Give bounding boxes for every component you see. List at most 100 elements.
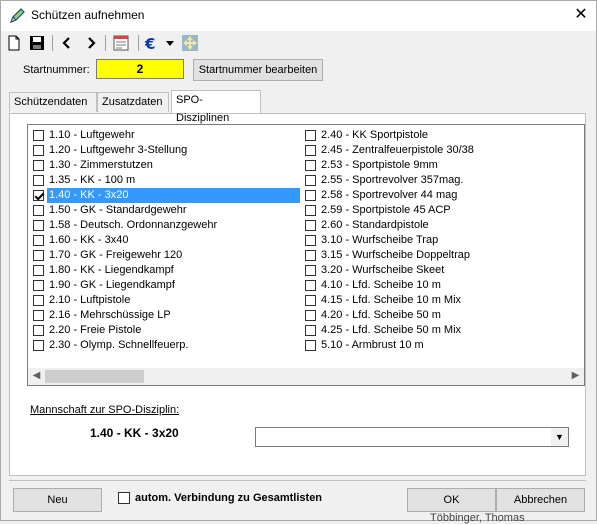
discipline-checkbox[interactable] [33, 175, 44, 186]
discipline-label: 1.50 - GK - Standardgewehr [49, 204, 187, 216]
discipline-checkbox[interactable] [33, 280, 44, 291]
discipline-label: 1.70 - GK - Freigewehr 120 [49, 249, 183, 261]
previous-icon[interactable] [61, 34, 73, 52]
save-icon[interactable] [29, 34, 45, 52]
move-icon[interactable] [181, 34, 199, 52]
tab-spo-disziplinen[interactable]: SPO-Disziplinen [171, 90, 261, 124]
discipline-item[interactable]: 1.30 - Zimmerstutzen [32, 158, 302, 173]
discipline-item[interactable]: 1.40 - KK - 3x20 [32, 188, 302, 203]
discipline-checkbox[interactable] [33, 220, 44, 231]
cancel-button[interactable]: Abbrechen [496, 488, 585, 512]
discipline-item[interactable]: 1.60 - KK - 3x40 [32, 233, 302, 248]
discipline-item[interactable]: 1.80 - KK - Liegendkampf [32, 263, 302, 278]
discipline-checkbox[interactable] [33, 325, 44, 336]
discipline-item[interactable]: 1.90 - GK - Liegendkampf [32, 278, 302, 293]
discipline-item[interactable]: 2.40 - KK Sportpistole [304, 128, 574, 143]
discipline-item[interactable]: 2.10 - Luftpistole [32, 293, 302, 308]
scroll-thumb[interactable] [45, 370, 144, 383]
discipline-checkbox[interactable] [33, 340, 44, 351]
discipline-item[interactable]: 2.59 - Sportpistole 45 ACP [304, 203, 574, 218]
notes-icon[interactable] [112, 34, 130, 52]
toolbar-separator [138, 35, 139, 51]
discipline-checkbox[interactable] [305, 130, 316, 141]
autom-checkbox[interactable] [118, 492, 130, 504]
discipline-item[interactable]: 1.50 - GK - Standardgewehr [32, 203, 302, 218]
background-text: Többinger, Thomas [430, 512, 525, 524]
discipline-checkbox[interactable] [305, 190, 316, 201]
discipline-label: 3.15 - Wurfscheibe Doppeltrap [321, 249, 470, 261]
discipline-item[interactable]: 2.20 - Freie Pistole [32, 323, 302, 338]
svg-text:€: € [144, 35, 155, 52]
discipline-checkbox[interactable] [33, 130, 44, 141]
euro-icon[interactable]: € [144, 34, 158, 52]
discipline-item[interactable]: 4.10 - Lfd. Scheibe 10 m [304, 278, 574, 293]
discipline-checkbox[interactable] [305, 280, 316, 291]
discipline-label: 2.53 - Sportpistole 9mm [321, 159, 438, 171]
new-document-icon[interactable] [7, 34, 21, 52]
tab-schuetzendaten[interactable]: Schützendaten [9, 92, 97, 112]
discipline-checkbox[interactable] [33, 205, 44, 216]
discipline-item[interactable]: 2.60 - Standardpistole [304, 218, 574, 233]
discipline-item[interactable]: 2.16 - Mehrschüssige LP [32, 308, 302, 323]
discipline-checkbox[interactable] [33, 190, 44, 201]
discipline-checkbox[interactable] [305, 310, 316, 321]
discipline-item[interactable]: 2.58 - Sportrevolver 44 mag [304, 188, 574, 203]
ok-button[interactable]: OK [407, 488, 496, 512]
discipline-label: 2.20 - Freie Pistole [49, 324, 142, 336]
discipline-checkbox[interactable] [305, 235, 316, 246]
discipline-item[interactable]: 4.15 - Lfd. Scheibe 10 m Mix [304, 293, 574, 308]
scroll-right-icon[interactable]: ▶ [567, 368, 584, 385]
close-button[interactable]: ✕ [566, 1, 596, 31]
discipline-item[interactable]: 2.55 - Sportrevolver 357mag. [304, 173, 574, 188]
discipline-item[interactable]: 1.10 - Luftgewehr [32, 128, 302, 143]
discipline-checkbox[interactable] [305, 265, 316, 276]
discipline-label: 2.40 - KK Sportpistole [321, 129, 429, 141]
discipline-checkbox[interactable] [305, 325, 316, 336]
discipline-item[interactable]: 1.20 - Luftgewehr 3-Stellung [32, 143, 302, 158]
discipline-checkbox[interactable] [305, 205, 316, 216]
scroll-left-icon[interactable]: ◀ [28, 368, 45, 385]
discipline-item[interactable]: 4.25 - Lfd. Scheibe 50 m Mix [304, 323, 574, 338]
new-button[interactable]: Neu [13, 488, 102, 512]
discipline-checkbox[interactable] [33, 160, 44, 171]
discipline-item[interactable]: 1.70 - GK - Freigewehr 120 [32, 248, 302, 263]
horizontal-scrollbar[interactable]: ◀ ▶ [28, 368, 584, 385]
edit-startnummer-button[interactable]: Startnummer bearbeiten [193, 59, 323, 81]
discipline-label: 1.58 - Deutsch. Ordonnanzgewehr [49, 219, 218, 231]
discipline-label: 4.10 - Lfd. Scheibe 10 m [321, 279, 441, 291]
discipline-checkbox[interactable] [305, 175, 316, 186]
discipline-checkbox[interactable] [305, 145, 316, 156]
discipline-listbox[interactable]: 1.10 - Luftgewehr 1.20 - Luftgewehr 3-Ste… [27, 124, 585, 386]
discipline-checkbox[interactable] [33, 295, 44, 306]
discipline-checkbox[interactable] [305, 160, 316, 171]
discipline-checkbox[interactable] [33, 250, 44, 261]
discipline-checkbox[interactable] [305, 295, 316, 306]
team-combobox[interactable]: ▼ [255, 427, 569, 447]
discipline-label: 2.58 - Sportrevolver 44 mag [321, 189, 458, 201]
discipline-checkbox[interactable] [33, 145, 44, 156]
discipline-checkbox[interactable] [305, 340, 316, 351]
discipline-item[interactable]: 3.10 - Wurfscheibe Trap [304, 233, 574, 248]
chevron-down-icon[interactable]: ▼ [551, 428, 568, 446]
next-icon[interactable] [85, 34, 97, 52]
discipline-checkbox[interactable] [305, 250, 316, 261]
tab-zusatzdaten[interactable]: Zusatzdaten [97, 92, 169, 112]
discipline-column-right: 2.40 - KK Sportpistole 2.45 - Zentralfeue… [304, 128, 574, 353]
discipline-item[interactable]: 4.20 - Lfd. Scheibe 50 m [304, 308, 574, 323]
discipline-item[interactable]: 2.53 - Sportpistole 9mm [304, 158, 574, 173]
discipline-item[interactable]: 2.30 - Olymp. Schnellfeuerp. [32, 338, 302, 353]
footer-divider [9, 480, 586, 481]
discipline-item[interactable]: 2.45 - Zentralfeuerpistole 30/38 [304, 143, 574, 158]
discipline-item[interactable]: 3.20 - Wurfscheibe Skeet [304, 263, 574, 278]
discipline-item[interactable]: 1.35 - KK - 100 m [32, 173, 302, 188]
discipline-item[interactable]: 1.58 - Deutsch. Ordonnanzgewehr [32, 218, 302, 233]
discipline-checkbox[interactable] [33, 235, 44, 246]
discipline-checkbox[interactable] [33, 265, 44, 276]
dropdown-arrow-icon[interactable] [165, 34, 175, 52]
discipline-checkbox[interactable] [33, 310, 44, 321]
startnummer-field[interactable]: 2 [96, 59, 184, 79]
discipline-item[interactable]: 3.15 - Wurfscheibe Doppeltrap [304, 248, 574, 263]
discipline-checkbox[interactable] [305, 220, 316, 231]
discipline-item[interactable]: 5.10 - Armbrust 10 m [304, 338, 574, 353]
team-label: Mannschaft zur SPO-Disziplin: [30, 404, 180, 416]
